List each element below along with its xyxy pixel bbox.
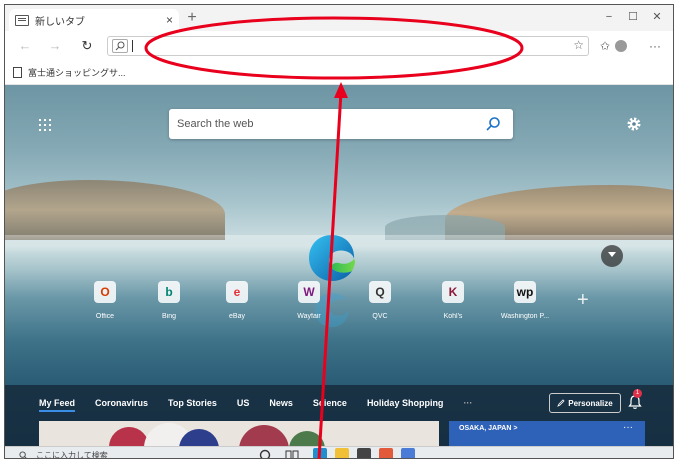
feed-tab-holiday-shopping[interactable]: Holiday Shopping: [367, 398, 444, 412]
favorite-item-label: 富士通ショッピングサ...: [28, 68, 126, 78]
search-icon[interactable]: [485, 116, 501, 135]
favorites-bar: 富士通ショッピングサ...: [5, 61, 673, 85]
quick-link-label: Kohl's: [443, 313, 463, 320]
refresh-button[interactable]: ↻: [77, 37, 97, 55]
quick-link-label: Wayfair: [297, 313, 321, 320]
feed-tab-coronavirus[interactable]: Coronavirus: [95, 398, 148, 412]
tab-title: 新しいタブ: [35, 16, 85, 28]
store-icon[interactable]: [357, 448, 371, 458]
notification-badge: 1: [633, 389, 642, 398]
feed-tab-us[interactable]: US: [237, 398, 250, 412]
file-explorer-icon[interactable]: [335, 448, 349, 458]
personalize-label: Personalize: [568, 398, 613, 408]
browser-window: 新しいタブ × + − ☐ ✕ ← → ↻ ☆ ✩ ··· 富士通ショッピングサ…: [4, 4, 674, 459]
weather-location[interactable]: OSAKA, JAPAN >: [459, 425, 517, 432]
web-search-input[interactable]: [177, 116, 477, 132]
pencil-icon: [557, 399, 565, 407]
scroll-down-button[interactable]: [601, 245, 623, 267]
app-launcher-icon[interactable]: [39, 119, 51, 131]
quick-link-tile[interactable]: wp Washington P...: [495, 281, 555, 320]
maximize-button[interactable]: ☐: [621, 8, 645, 26]
toolbar: ← → ↻ ☆ ✩ ···: [5, 31, 673, 61]
ebay-icon: e: [226, 281, 248, 303]
weather-menu-button[interactable]: ···: [623, 422, 633, 433]
wayfair-icon: W: [298, 281, 320, 303]
news-feed: My Feed Coronavirus Top Stories US News …: [5, 385, 673, 451]
task-view-icon[interactable]: [285, 449, 299, 459]
text-cursor: [132, 40, 133, 52]
address-bar[interactable]: ☆: [107, 36, 589, 56]
edge-logo-icon: [309, 235, 356, 281]
tab-new-tab[interactable]: 新しいタブ ×: [9, 9, 179, 31]
edge-icon[interactable]: [313, 448, 327, 458]
quick-link-tile[interactable]: b Bing: [139, 281, 199, 320]
favorite-item[interactable]: 富士通ショッピングサ...: [13, 66, 126, 79]
office-icon: O: [94, 281, 116, 303]
profile-avatar[interactable]: [615, 40, 627, 52]
quick-link-tile[interactable]: W Wayfair: [279, 281, 339, 320]
quick-link-label: Bing: [161, 313, 176, 320]
quick-link-tile[interactable]: O Office: [75, 281, 135, 320]
new-tab-page-icon: [15, 14, 29, 26]
tab-close-icon[interactable]: ×: [166, 13, 173, 27]
feed-nav: My Feed Coronavirus Top Stories US News …: [39, 398, 492, 412]
add-favorite-icon[interactable]: ☆: [573, 38, 584, 52]
quick-link-tile[interactable]: Q QVC: [350, 281, 410, 320]
settings-more-button[interactable]: ···: [645, 37, 665, 55]
quick-link-tile[interactable]: K Kohl's: [423, 281, 483, 320]
window-close-button[interactable]: ✕: [645, 8, 669, 26]
web-search-box[interactable]: [169, 109, 513, 139]
new-tab-button[interactable]: +: [183, 9, 201, 27]
app-icon[interactable]: [401, 448, 415, 458]
office-icon[interactable]: [379, 448, 393, 458]
forward-button[interactable]: →: [45, 37, 65, 55]
title-bar: 新しいタブ × + − ☐ ✕: [5, 5, 673, 31]
document-icon: [13, 67, 22, 78]
minimize-button[interactable]: −: [597, 8, 621, 26]
quick-links: O Office b Bing e eBay W Wayfair Q QVC K Kohl's wp Wa…: [5, 281, 673, 341]
page-settings-gear-icon[interactable]: [625, 115, 643, 133]
feed-tab-science[interactable]: Science: [313, 398, 347, 412]
quick-link-label: Washington P...: [500, 313, 550, 320]
address-input[interactable]: [138, 38, 558, 54]
favorites-icon[interactable]: ✩: [595, 37, 615, 55]
personalize-button[interactable]: Personalize: [549, 393, 621, 413]
quick-link-label: QVC: [372, 313, 388, 320]
taskbar-search-placeholder: ここに入力して検索: [36, 450, 108, 459]
quick-link-label: eBay: [229, 313, 245, 320]
cortana-icon[interactable]: [259, 449, 271, 459]
new-tab-page: O Office b Bing e eBay W Wayfair Q QVC K Kohl's wp Wa…: [5, 85, 673, 451]
feed-tab-top-stories[interactable]: Top Stories: [168, 398, 217, 412]
search-icon: [112, 39, 128, 53]
qvc-icon: Q: [369, 281, 391, 303]
feed-tab-my-feed[interactable]: My Feed: [39, 398, 76, 412]
quick-link-tile[interactable]: e eBay: [207, 281, 267, 320]
taskbar-search[interactable]: ここに入力して検索: [19, 448, 249, 459]
feed-tab-news[interactable]: News: [269, 398, 293, 412]
quick-link-label: Office: [95, 313, 115, 320]
bing-icon: b: [158, 281, 180, 303]
kohls-icon: K: [442, 281, 464, 303]
add-quick-link-button[interactable]: +: [577, 289, 589, 312]
feed-more-button[interactable]: ···: [463, 398, 472, 412]
background-hill: [5, 180, 225, 240]
back-button[interactable]: ←: [15, 37, 35, 55]
search-icon: [19, 450, 28, 458]
taskbar: ここに入力して検索: [5, 446, 673, 459]
washington-post-icon: wp: [514, 281, 536, 303]
